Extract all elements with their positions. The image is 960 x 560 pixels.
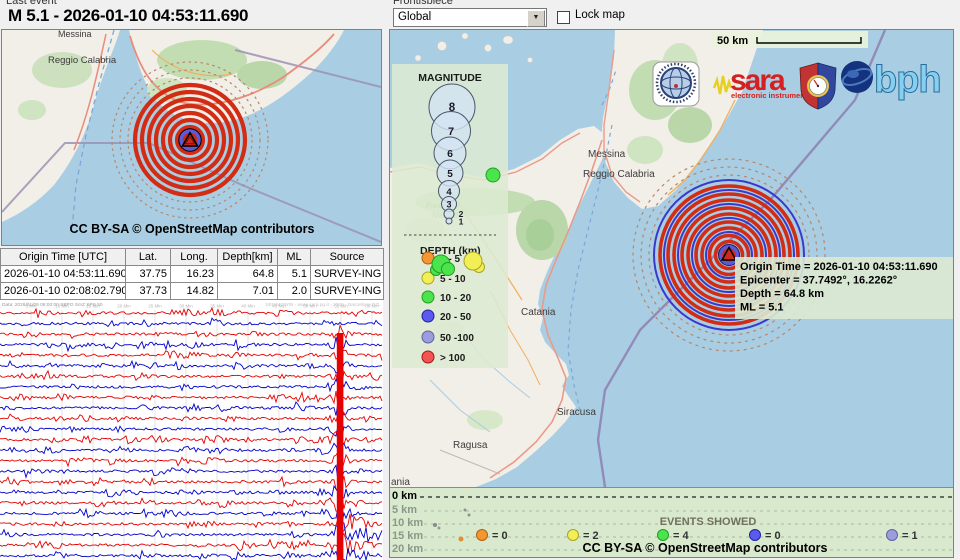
page-title: M 5.1 - 2026-01-10 04:53:11.690	[8, 6, 248, 26]
map-legend: MAGNITUDE 8 7 6 5 4 3 2 1 DEPTH (k	[392, 64, 508, 368]
svg-text:40 Min: 40 Min	[241, 304, 255, 309]
left-map-city-messina: Messina	[58, 30, 92, 39]
right-header-fragment: Frontispiece	[393, 0, 513, 4]
table-cell: SURVEY-ING	[311, 283, 384, 300]
city-reggio: Reggio Calabria	[583, 169, 655, 180]
svg-text:4: 4	[446, 187, 452, 198]
depth-section-canvas: 0 km 5 km 10 km 15 km 20 km EVENTS SHOWE…	[390, 488, 953, 557]
svg-text:20 - 50: 20 - 50	[440, 312, 472, 323]
left-map-canvas: Messina Reggio Calabria CC BY-SA © OpenS…	[2, 30, 381, 245]
seismogram-traces: 5 Min10 Min15 Min20 Min25 Min30 Min35 Mi…	[0, 300, 383, 560]
svg-text:7: 7	[448, 126, 454, 138]
main-map[interactable]: Parco dei Nebrodi Messina Reggio Calabri…	[389, 29, 954, 558]
sara-logo-subtext: electronic instruments	[731, 91, 811, 100]
events-table[interactable]: Origin Time [UTC]Lat.Long.Depth[km]MLSou…	[0, 248, 384, 300]
svg-text:20 km: 20 km	[392, 543, 423, 555]
table-header-cell: Source	[311, 249, 384, 266]
svg-text:5: 5	[447, 169, 453, 180]
right-map-canvas: Parco dei Nebrodi Messina Reggio Calabri…	[390, 30, 953, 487]
event-info-box: Origin Time = 2026-01-10 04:53:11.690 Ep…	[735, 257, 953, 319]
left-header-fragment: Last event	[6, 0, 126, 4]
svg-text:5 - 10: 5 - 10	[440, 274, 466, 285]
svg-text:= 0: = 0	[492, 530, 508, 542]
table-header-row: Origin Time [UTC]Lat.Long.Depth[km]MLSou…	[1, 249, 384, 266]
table-cell: 2026-01-10 02:08:02.790	[1, 283, 126, 300]
depth-section-panel: 0 km 5 km 10 km 15 km 20 km EVENTS SHOWE…	[390, 487, 953, 557]
table-header-cell: Origin Time [UTC]	[1, 249, 126, 266]
svg-text:= 1: = 1	[902, 530, 918, 542]
table-cell: 14.82	[171, 283, 218, 300]
app-window: Last event M 5.1 - 2026-01-10 04:53:11.6…	[0, 0, 960, 560]
svg-text:15 km: 15 km	[392, 530, 423, 542]
svg-text:6: 6	[447, 148, 453, 160]
svg-text:10 km: 10 km	[392, 517, 423, 529]
table-cell: 2026-01-10 04:53:11.690	[1, 266, 126, 283]
svg-text:Epicenter = 37.7492°, 16.2262°: Epicenter = 37.7492°, 16.2262°	[740, 275, 897, 287]
svg-text:Origin Time = 2026-01-10 04:53: Origin Time = 2026-01-10 04:53:11.690	[740, 261, 938, 273]
table-header-cell: ML	[278, 249, 311, 266]
city-catania: Catania	[521, 307, 556, 318]
table-row[interactable]: 2026-01-10 02:08:02.79037.7314.827.012.0…	[1, 283, 384, 300]
isn-logo	[653, 62, 699, 106]
svg-text:Depth = 64.8 km: Depth = 64.8 km	[740, 288, 824, 300]
scale-bar: 50 km	[712, 31, 868, 48]
table-cell: 5.1	[278, 266, 311, 283]
right-map-attribution: CC BY-SA © OpenStreetMap contributors	[583, 541, 828, 555]
scale-label: 50 km	[717, 35, 748, 47]
svg-text:30 Min: 30 Min	[179, 304, 193, 309]
bph-logo-text: bph	[874, 59, 941, 101]
table-cell: 16.23	[171, 266, 218, 283]
map-scope-select[interactable]: Global ▼	[393, 8, 547, 27]
magnitude-legend-title: MAGNITUDE	[418, 72, 482, 84]
svg-text:> 100: > 100	[440, 353, 466, 364]
table-row[interactable]: 2026-01-10 04:53:11.69037.7516.2364.85.1…	[1, 266, 384, 283]
svg-text:1: 1	[459, 217, 464, 227]
city-ragusa: Ragusa	[453, 440, 488, 451]
table-header-cell: Depth[km]	[218, 249, 278, 266]
svg-text:25 Min: 25 Min	[148, 304, 162, 309]
table-cell: SURVEY-ING	[311, 266, 384, 283]
last-event-map[interactable]: Messina Reggio Calabria CC BY-SA © OpenS…	[1, 29, 382, 246]
city-siracusa: Siracusa	[557, 407, 596, 418]
svg-text:0 km: 0 km	[392, 490, 417, 502]
depth-axis-labels: 0 km 5 km 10 km 15 km 20 km	[392, 490, 423, 555]
svg-text:20 Min: 20 Min	[117, 304, 131, 309]
events-showed-label: EVENTS SHOWED	[660, 516, 757, 528]
chevron-down-icon[interactable]: ▼	[527, 10, 545, 27]
seismogram-panel[interactable]: 5 Min10 Min15 Min20 Min25 Min30 Min35 Mi…	[0, 300, 383, 560]
svg-text:SEISMOWIN - www.sara.pg.it - 2: SEISMOWIN - www.sara.pg.it - 2026 - Barc…	[265, 302, 381, 308]
left-map-attribution: CC BY-SA © OpenStreetMap contributors	[70, 222, 315, 236]
map-scope-value: Global	[398, 11, 431, 23]
left-map-city-reggio: Reggio Calabria	[48, 55, 117, 66]
svg-text:Data: 2026/01/09 06:00:00 SBPO: Data: 2026/01/09 06:00:00 SBPO SmZ SPS 5…	[2, 302, 103, 308]
svg-text:ML = 5.1: ML = 5.1	[740, 302, 784, 314]
table-cell: 2.0	[278, 283, 311, 300]
svg-text:8: 8	[449, 102, 456, 114]
table-cell: 7.01	[218, 283, 278, 300]
svg-text:5 km: 5 km	[392, 504, 417, 516]
lock-map-checkbox[interactable]	[557, 11, 570, 24]
table-cell: 37.73	[126, 283, 171, 300]
svg-text:50 -100: 50 -100	[440, 333, 474, 344]
table-cell: 37.75	[126, 266, 171, 283]
city-clipped: ania	[391, 477, 410, 487]
table-header-cell: Long.	[171, 249, 218, 266]
svg-text:3: 3	[446, 200, 451, 210]
lock-map-label: Lock map	[575, 9, 625, 21]
table-header-cell: Lat.	[126, 249, 171, 266]
svg-text:10 - 20: 10 - 20	[440, 293, 472, 304]
table-cell: 64.8	[218, 266, 278, 283]
city-messina: Messina	[588, 149, 626, 160]
